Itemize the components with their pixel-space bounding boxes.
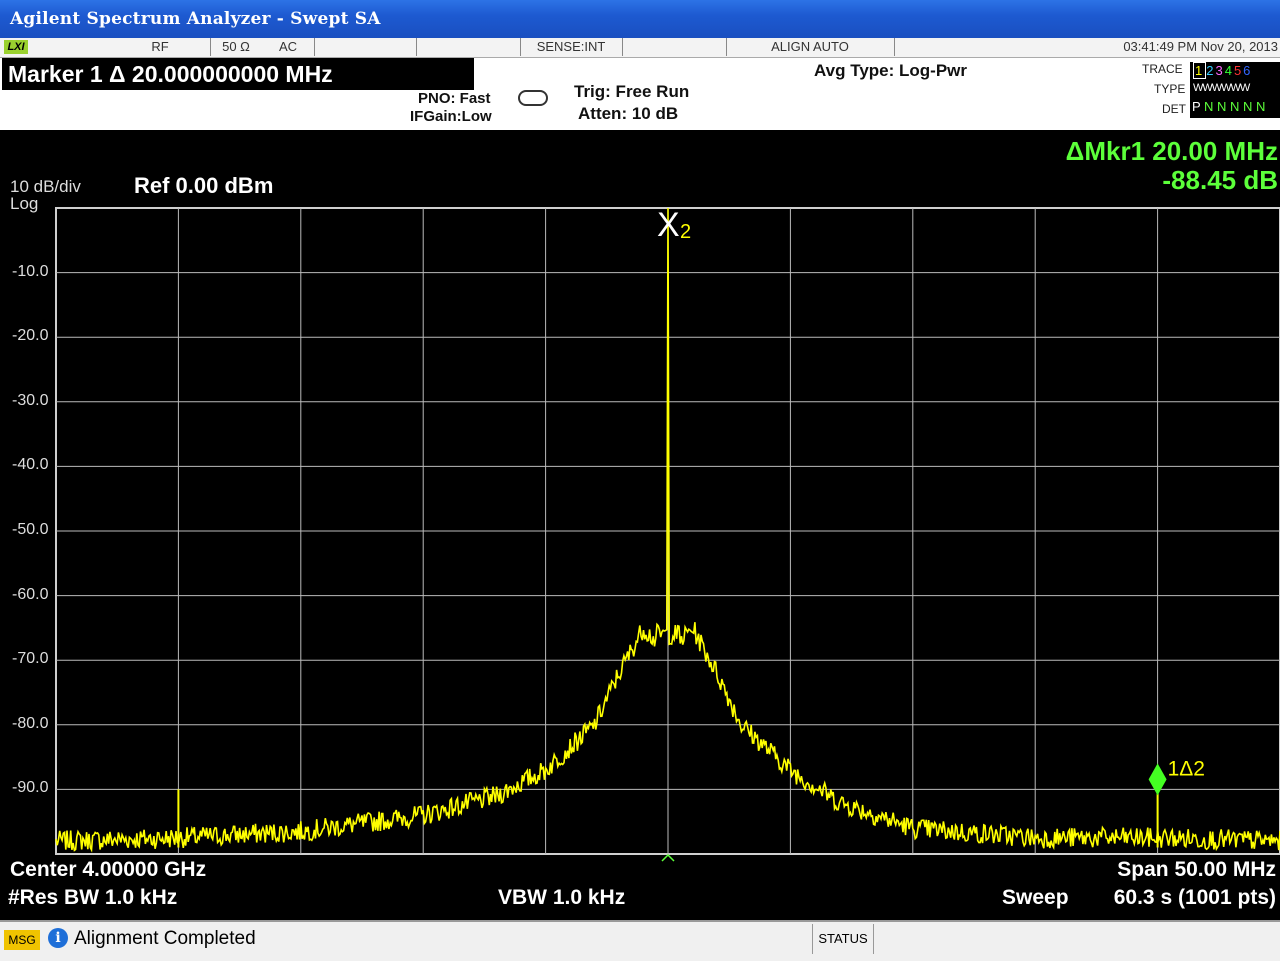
trace-number-5[interactable]: 5 [1234, 63, 1243, 78]
status-empty-cell-2 [416, 38, 521, 56]
trace-number-3[interactable]: 3 [1215, 63, 1224, 78]
status-empty-cell [314, 38, 417, 56]
impedance-label: 50 Ω [222, 39, 250, 54]
sweep-icon [518, 90, 548, 106]
rf-input-label: RF [110, 38, 211, 56]
marker-main-number: 2 [680, 221, 691, 243]
align-label: ALIGN AUTO [726, 38, 895, 56]
status-empty-cell-3 [622, 38, 727, 56]
window-titlebar: Agilent Spectrum Analyzer - Swept SA [0, 0, 1280, 40]
delta-marker-icon [1148, 763, 1167, 796]
trace-number-6[interactable]: 6 [1243, 63, 1252, 78]
det-label: DET [1162, 102, 1186, 116]
sweep-value: 60.3 s (1001 pts) [1113, 886, 1276, 909]
center-caret-icon [661, 853, 675, 862]
trace-number-1[interactable]: 1 [1193, 62, 1207, 79]
lxi-icon: LXI [4, 40, 28, 54]
marker-main-icon: X [657, 206, 680, 244]
msg-tag[interactable]: MSG [4, 930, 40, 950]
vbw: VBW 1.0 kHz [498, 886, 626, 909]
status-button[interactable]: STATUS [812, 924, 874, 954]
marker-readout: Marker 1 Δ 20.000000000 MHz [2, 58, 474, 90]
pno-label: PNO: Fast [418, 90, 491, 107]
res-bw: #Res BW 1.0 kHz [8, 886, 178, 909]
coupling-label: AC [262, 38, 315, 56]
atten-label: Atten: 10 dB [578, 104, 679, 123]
info-icon: i [48, 928, 68, 948]
window-title: Agilent Spectrum Analyzer - Swept SA [10, 9, 381, 29]
det-rest: N N N N N [1200, 99, 1266, 114]
status-row: LXI RF 50 Ω AC SENSE:INT ALIGN AUTO 03:4… [0, 38, 1280, 58]
trace-type-value: WWWWWW [1193, 82, 1250, 94]
message-bar: MSG i Alignment Completed STATUS [0, 920, 1280, 961]
trace-label: TRACE [1142, 62, 1183, 76]
trace-det-value: P N N N N N [1192, 99, 1265, 114]
delta-marker-label: 1Δ2 [1168, 757, 1205, 780]
spectrum-plot[interactable]: X 2 1Δ2 [0, 130, 1280, 920]
y-tick-label: -30.0 [12, 391, 49, 409]
type-label: TYPE [1154, 82, 1186, 96]
settings-panel: LXI RF 50 Ω AC SENSE:INT ALIGN AUTO 03:4… [0, 38, 1280, 130]
trig-label: Trig: Free Run [574, 82, 690, 101]
y-tick-label: -90.0 [12, 779, 49, 797]
y-tick-label: -50.0 [12, 521, 49, 538]
trace-panel[interactable]: 1 23456 WWWWWW P N N N N N [1190, 62, 1280, 118]
ifgain-label: IFGain:Low [410, 108, 492, 125]
span: Span 50.00 MHz [1117, 858, 1276, 881]
y-tick-label: -20.0 [12, 327, 49, 345]
center-frequency: Center 4.00000 GHz [10, 858, 207, 881]
datetime-label: 03:41:49 PM Nov 20, 2013 [1123, 39, 1278, 54]
y-tick-label: -70.0 [12, 650, 49, 668]
y-tick-label: -40.0 [12, 456, 49, 474]
sense-label: SENSE:INT [520, 38, 623, 56]
trace-number-4[interactable]: 4 [1225, 63, 1234, 78]
y-tick-label: -10.0 [12, 262, 49, 280]
message-text: Alignment Completed [74, 928, 256, 949]
y-tick-label: -60.0 [12, 585, 49, 603]
sweep-label: Sweep [1002, 886, 1069, 909]
avg-type-label: Avg Type: Log-Pwr [814, 61, 967, 80]
spectrum-display: 10 dB/div Log Ref 0.00 dBm ΔMkr1 20.00 M… [0, 130, 1280, 920]
y-tick-label: -80.0 [12, 714, 49, 732]
trace-numbers[interactable]: 1 23456 [1193, 62, 1252, 79]
